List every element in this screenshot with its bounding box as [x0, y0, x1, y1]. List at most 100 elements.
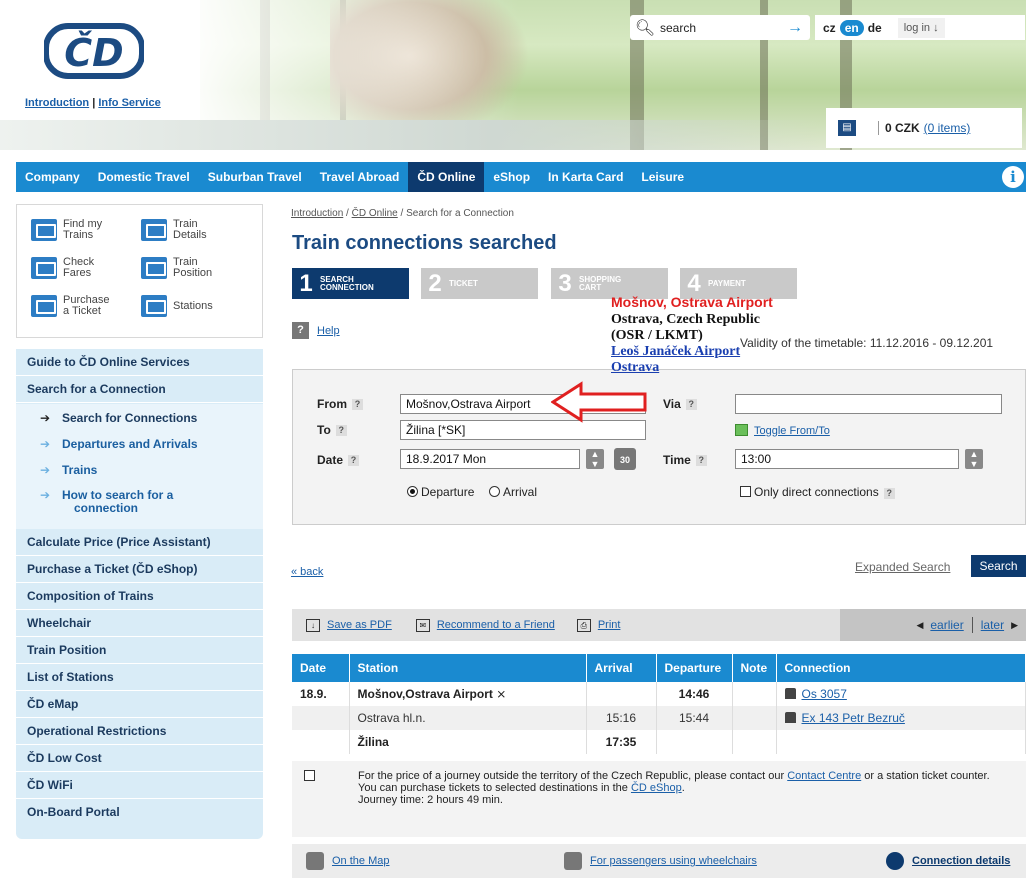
expanded-search-link[interactable]: Expanded Search — [855, 560, 950, 574]
connection-link[interactable]: Os 3057 — [802, 687, 847, 701]
cd-logo[interactable]: ČD — [44, 18, 144, 84]
help-icon[interactable]: ? — [883, 488, 895, 499]
connection-details[interactable]: Connection details — [886, 852, 1010, 870]
toggle-link[interactable]: Toggle From/To — [754, 425, 830, 437]
nav-company[interactable]: Company — [16, 162, 89, 192]
time-input[interactable]: 13:00 — [735, 449, 959, 469]
help[interactable]: ? Help — [292, 322, 340, 339]
direct-checkbox[interactable] — [740, 486, 751, 497]
menu-wifi[interactable]: ČD WiFi — [16, 772, 263, 799]
on-the-map-link[interactable]: On the Map — [332, 855, 389, 867]
date-input[interactable]: 18.9.2017 Mon — [400, 449, 580, 469]
wheelchair-link[interactable]: For passengers using wheelchairs — [590, 855, 757, 867]
submenu-departures-arrivals[interactable]: ➔ Departures and Arrivals — [16, 437, 263, 451]
submenu-search-connections[interactable]: ➔ Search for Connections — [16, 411, 263, 425]
quick-purchase-ticket[interactable]: Purchase a Ticket — [31, 295, 109, 317]
annotation-link[interactable]: Leoš Janáček Airport Ostrava — [611, 344, 781, 376]
wheelchair-info[interactable]: For passengers using wheelchairs — [564, 852, 757, 870]
later-link[interactable]: later — [981, 618, 1004, 632]
info-icon[interactable]: i — [1002, 166, 1024, 188]
info-service-link[interactable]: Info Service — [98, 97, 160, 109]
help-link[interactable]: Help — [317, 325, 340, 337]
toggle-from-to[interactable]: Toggle From/To — [735, 424, 830, 437]
breadcrumb-introduction[interactable]: Introduction — [291, 208, 343, 219]
save-pdf[interactable]: ↓ Save as PDF — [306, 618, 392, 632]
lang-de[interactable]: de — [868, 21, 882, 35]
menu-wheelchair[interactable]: Wheelchair — [16, 610, 263, 637]
breadcrumb-cd-online[interactable]: ČD Online — [352, 208, 398, 219]
introduction-link[interactable]: Introduction — [25, 97, 89, 109]
menu-calculate-price[interactable]: Calculate Price (Price Assistant) — [16, 529, 263, 556]
quick-train-position[interactable]: Train Position — [141, 257, 212, 279]
nav-in-karta-card[interactable]: In Karta Card — [539, 162, 632, 192]
no-wheelchair-icon: ⨯ — [496, 687, 507, 701]
menu-list-stations[interactable]: List of Stations — [16, 664, 263, 691]
help-icon[interactable]: ? — [685, 398, 697, 410]
login-button[interactable]: log in ↓ — [897, 17, 945, 38]
quick-train-details[interactable]: Train Details — [141, 219, 207, 241]
menu-search-connection[interactable]: Search for a Connection — [16, 376, 263, 403]
quick-check-fares[interactable]: Check Fares — [31, 257, 94, 279]
submenu-trains[interactable]: ➔ Trains — [16, 463, 263, 477]
cart-items-link[interactable]: (0 items) — [924, 121, 971, 135]
on-the-map[interactable]: On the Map — [306, 852, 389, 870]
menu-composition[interactable]: Composition of Trains — [16, 583, 263, 610]
back-link[interactable]: « back — [291, 566, 323, 578]
col-note: Note — [732, 654, 777, 682]
arrival-option[interactable]: Arrival — [489, 485, 537, 499]
quick-find-my-trains[interactable]: Find my Trains — [31, 219, 102, 241]
search-input[interactable]: search — [660, 21, 780, 35]
submenu-how-to-search[interactable]: ➔ How to search for a connection — [16, 489, 263, 515]
cell-departure: 15:44 — [656, 706, 733, 730]
menu-low-cost[interactable]: ČD Low Cost — [16, 745, 263, 772]
select-connection-checkbox[interactable] — [304, 770, 315, 781]
menu-train-position[interactable]: Train Position — [16, 637, 263, 664]
nav-eshop[interactable]: eShop — [484, 162, 539, 192]
help-icon[interactable]: ? — [695, 454, 707, 466]
table-row: 18.9. Mošnov,Ostrava Airport ⨯ 14:46 Os … — [292, 682, 1026, 706]
contact-centre-link[interactable]: Contact Centre — [787, 770, 861, 782]
nav-domestic-travel[interactable]: Domestic Travel — [89, 162, 199, 192]
help-icon[interactable]: ? — [348, 454, 360, 466]
print[interactable]: ⎙ Print — [576, 618, 621, 632]
laptop-icon — [31, 219, 57, 241]
help-icon[interactable]: ? — [335, 424, 347, 436]
time-stepper[interactable]: ▲ ▼ — [965, 449, 983, 469]
via-label: Via? — [663, 397, 697, 411]
nav-leisure[interactable]: Leisure — [632, 162, 693, 192]
via-input[interactable] — [735, 394, 1002, 414]
cart-box[interactable]: ▤ 0 CZK (0 items) — [826, 108, 1022, 148]
train-icon — [784, 688, 796, 699]
quick-stations[interactable]: Stations — [141, 295, 213, 317]
direct-option[interactable]: Only direct connections? — [740, 485, 895, 499]
menu-operational-restrictions[interactable]: Operational Restrictions — [16, 718, 263, 745]
recommend-link[interactable]: Recommend to a Friend — [437, 619, 555, 631]
nav-travel-abroad[interactable]: Travel Abroad — [311, 162, 409, 192]
menu-emap[interactable]: ČD eMap — [16, 691, 263, 718]
help-icon[interactable]: ? — [352, 398, 363, 410]
note-text-3: You can purchase tickets to selected des… — [358, 782, 628, 794]
menu-guide[interactable]: Guide to ČD Online Services — [16, 349, 263, 376]
search-button[interactable]: Search — [971, 555, 1026, 577]
menu-onboard-portal[interactable]: On-Board Portal — [16, 799, 263, 826]
save-pdf-link[interactable]: Save as PDF — [327, 619, 392, 631]
connection-details-link[interactable]: Connection details — [912, 855, 1010, 867]
connection-link[interactable]: Ex 143 Petr Bezruč — [802, 711, 905, 725]
departure-option[interactable]: Departure — [407, 485, 474, 499]
search-submit-icon[interactable]: → — [780, 19, 810, 37]
radio-departure[interactable] — [407, 486, 418, 497]
radio-arrival[interactable] — [489, 486, 500, 497]
calendar-icon[interactable]: 30 — [614, 448, 636, 470]
menu-purchase-ticket[interactable]: Purchase a Ticket (ČD eShop) — [16, 556, 263, 583]
nav-cd-online[interactable]: ČD Online — [408, 162, 485, 192]
recommend[interactable]: ✉ Recommend to a Friend — [415, 618, 555, 632]
lang-en[interactable]: en — [839, 19, 864, 36]
print-link[interactable]: Print — [598, 619, 621, 631]
date-stepper[interactable]: ▲ ▼ — [586, 449, 604, 469]
nav-suburban-travel[interactable]: Suburban Travel — [199, 162, 311, 192]
earlier-link[interactable]: earlier — [930, 618, 963, 632]
to-input[interactable]: Žilina [*SK] — [400, 420, 646, 440]
lang-cz[interactable]: cz — [823, 21, 836, 35]
search-box[interactable]: 🔍︎ search → — [630, 15, 810, 40]
eshop-link[interactable]: ČD eShop — [631, 782, 682, 794]
